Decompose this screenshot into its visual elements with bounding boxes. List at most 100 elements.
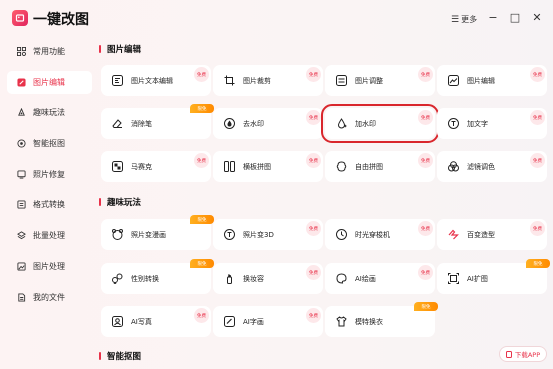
title-bar: 一键改图 ☰ 更多 − □ ✕ — [0, 0, 553, 38]
add-text-icon — [448, 118, 459, 129]
free-badge: 免费 — [194, 153, 209, 168]
free-badge: 免费 — [530, 221, 545, 236]
phone-icon — [505, 350, 512, 358]
section-title-text: 图片编辑 — [107, 45, 142, 55]
makeup-icon — [224, 273, 235, 284]
mosaic-icon — [112, 161, 123, 172]
card-gender-swap[interactable]: 性别转换 限免 — [101, 259, 214, 294]
sidebar-item-label: 趣味玩法 — [33, 108, 65, 118]
card-style-change[interactable]: 百变造型 免费 — [437, 219, 547, 250]
sidebar-item-batch[interactable]: 批量处理 — [7, 224, 92, 247]
card-image-text-edit[interactable]: 图片文本编辑 免费 — [101, 65, 211, 96]
card-time-machine[interactable]: 时光穿梭机 免费 — [325, 219, 435, 250]
sidebar-item-label: 常用功能 — [33, 47, 65, 56]
crop-icon — [224, 75, 235, 86]
card-add-text[interactable]: 加文字 免费 — [437, 108, 547, 139]
free-badge: 免费 — [306, 221, 321, 236]
free-badge: 免费 — [418, 265, 433, 280]
card-photo-to-3d[interactable]: 照片变3D 免费 — [213, 219, 323, 250]
card-ai-expand[interactable]: AI扩图 限免 — [437, 259, 550, 294]
sidebar-item-label: 照片修复 — [33, 169, 65, 179]
close-button[interactable]: ✕ — [531, 12, 543, 24]
card-photo-to-comic[interactable]: 照片变漫画 限免 — [101, 215, 214, 250]
section-title-cutout: 智能抠图 — [99, 350, 141, 362]
card-outfit-change[interactable]: 模特换衣 限免 — [325, 302, 438, 337]
card-mosaic[interactable]: 马赛克 免费 — [101, 151, 211, 182]
file-icon — [17, 292, 26, 302]
free-badge: 免费 — [306, 153, 321, 168]
sidebar-item-label: 我的文件 — [33, 292, 65, 302]
app-title: 一键改图 — [33, 12, 89, 28]
download-app-button[interactable]: 下载APP — [499, 346, 547, 362]
card-image-edit[interactable]: 图片编辑 免费 — [437, 65, 547, 96]
vip-badge: 限免 — [190, 259, 214, 268]
card-label: 加水印 — [355, 119, 376, 128]
sidebar-item-my-files[interactable]: 我的文件 — [7, 286, 92, 309]
card-label: 图片编辑 — [467, 76, 495, 85]
card-makeup[interactable]: 换妆容 免费 — [213, 263, 323, 294]
gender-icon — [112, 273, 123, 284]
card-ai-portrait[interactable]: AI写真 免费 — [101, 306, 211, 337]
sidebar-item-label: 智能抠图 — [33, 139, 65, 149]
card-label: 照片变3D — [243, 230, 274, 239]
free-badge: 免费 — [194, 67, 209, 82]
adjust-icon — [336, 75, 347, 86]
more-menu-button[interactable]: ☰ 更多 — [451, 14, 477, 25]
sidebar-item-cutout[interactable]: 智能抠图 — [7, 132, 92, 155]
card-eraser[interactable]: 消除笔 限免 — [101, 104, 214, 139]
card-label: 百变造型 — [467, 230, 495, 239]
card-ai-calligraphy[interactable]: AI字画 免费 — [213, 306, 323, 337]
card-label: 图片调整 — [355, 76, 383, 85]
section-title-fun: 趣味玩法 — [99, 196, 141, 208]
sidebar-item-label: 批量处理 — [33, 231, 65, 241]
horizontal-collage-icon — [224, 161, 235, 172]
add-watermark-icon — [336, 118, 347, 129]
card-label: 性别转换 — [131, 274, 159, 283]
time-machine-icon — [336, 229, 347, 240]
ai-calligraphy-icon — [224, 316, 235, 327]
free-badge: 免费 — [306, 67, 321, 82]
sidebar-item-label: 格式转换 — [33, 200, 65, 210]
sidebar-item-image-edit[interactable]: 图片编辑 — [7, 70, 92, 94]
card-label: AI写真 — [131, 317, 152, 326]
filter-icon — [448, 161, 459, 172]
card-label: 图片文本编辑 — [131, 76, 173, 85]
card-add-watermark[interactable]: 加水印 免费 — [321, 104, 439, 143]
free-collage-icon — [336, 161, 347, 172]
free-badge: 免费 — [530, 67, 545, 82]
text-edit-icon — [112, 75, 123, 86]
card-label: 自由拼图 — [355, 162, 383, 171]
card-ai-painting[interactable]: AI绘画 免费 — [325, 263, 435, 294]
card-label: 去水印 — [243, 119, 264, 128]
eraser-icon — [112, 118, 123, 129]
grid-icon — [17, 47, 26, 56]
card-remove-watermark[interactable]: 去水印 免费 — [213, 108, 323, 139]
sidebar-item-convert[interactable]: 格式转换 — [7, 193, 92, 216]
sidebar-item-common[interactable]: 常用功能 — [7, 40, 92, 63]
3d-icon — [224, 229, 235, 240]
card-horizontal-collage[interactable]: 横板拼图 免费 — [213, 151, 323, 182]
vip-badge: 限免 — [414, 302, 438, 311]
card-adjust[interactable]: 图片调整 免费 — [325, 65, 435, 96]
card-label: 模特换衣 — [355, 317, 383, 326]
free-badge: 免费 — [418, 67, 433, 82]
vip-badge: 限免 — [190, 215, 214, 224]
download-app-label: 下载APP — [514, 351, 541, 359]
card-crop[interactable]: 图片裁剪 免费 — [213, 65, 323, 96]
card-filter[interactable]: 滤镜调色 免费 — [437, 151, 547, 182]
image-edit-icon — [448, 75, 459, 86]
sidebar-item-image-process[interactable]: 图片处理 — [7, 255, 92, 278]
card-label: 图片裁剪 — [243, 76, 271, 85]
fun-icon — [17, 108, 26, 117]
sidebar-item-repair[interactable]: 照片修复 — [7, 163, 92, 186]
sidebar-item-fun[interactable]: 趣味玩法 — [7, 101, 92, 124]
card-label: 加文字 — [467, 119, 488, 128]
card-label: 滤镜调色 — [467, 162, 495, 171]
card-free-collage[interactable]: 自由拼图 免费 — [325, 151, 435, 182]
maximize-button[interactable]: □ — [509, 12, 521, 24]
card-label: AI扩图 — [467, 274, 488, 283]
cutout-icon — [17, 139, 26, 148]
edit-image-icon — [17, 78, 26, 87]
card-label: 消除笔 — [131, 119, 152, 128]
minimize-button[interactable]: − — [487, 12, 499, 24]
